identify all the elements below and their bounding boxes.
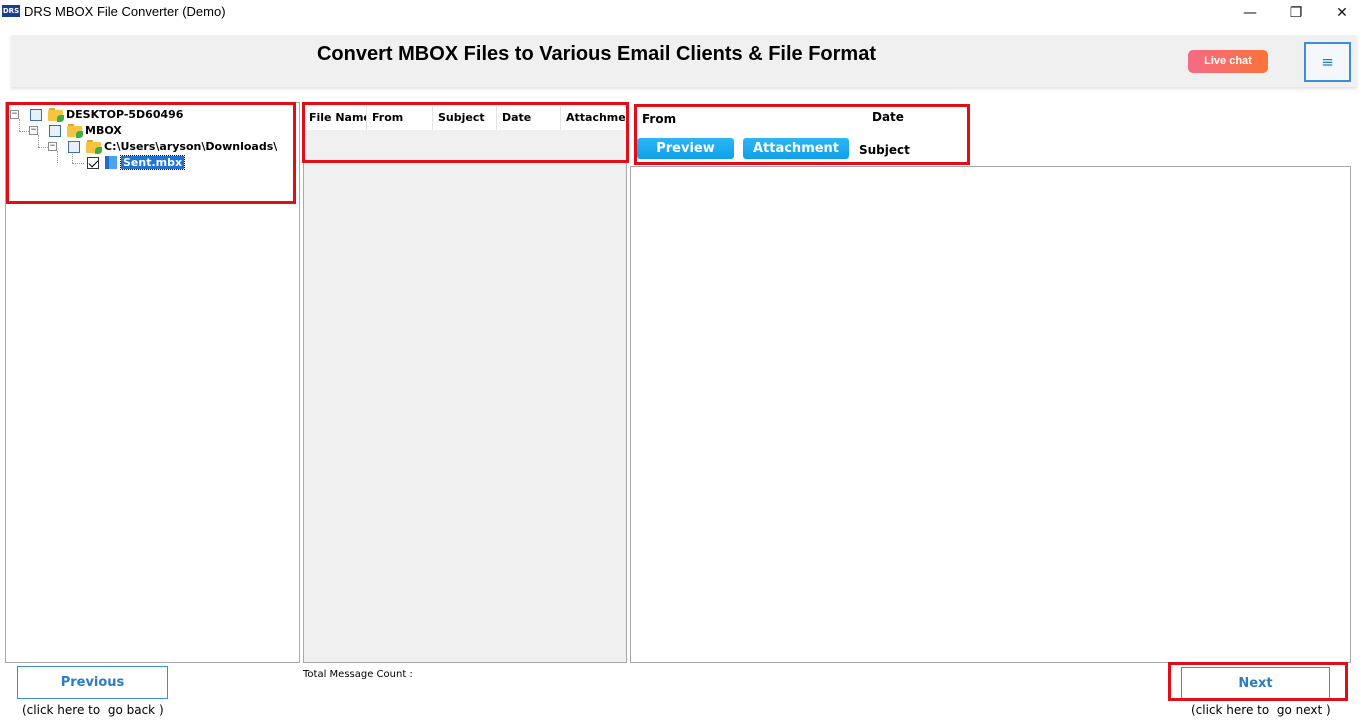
mbox-file-icon [105,156,117,169]
app-logo-icon: DRS [2,5,20,17]
column-header-subject[interactable]: Subject [433,106,497,130]
subject-label: Subject [859,143,910,157]
tree-checkbox-downloads[interactable] [68,141,80,153]
next-hint: (click here to go next ) [1191,703,1331,717]
tree-connector [38,147,48,148]
folder-icon [86,140,102,154]
folder-tree-panel [5,102,300,663]
attachment-button[interactable]: Attachment [743,138,849,159]
tree-connector [19,131,29,132]
window-title: DRS MBOX File Converter (Demo) [24,4,226,19]
date-label: Date [872,110,904,124]
hamburger-icon: ≡ [1321,53,1334,71]
collapse-toggle-icon[interactable]: − [10,110,19,119]
next-button[interactable]: Next [1181,667,1330,700]
previous-button[interactable]: Previous [17,666,168,699]
column-header-from[interactable]: From [367,106,433,130]
previous-hint: (click here to go back ) [22,703,164,717]
preview-button[interactable]: Preview [637,138,734,159]
tree-connector [38,135,39,147]
folder-icon [67,124,83,138]
page-title: Convert MBOX Files to Various Email Clie… [316,43,876,65]
minimize-button[interactable]: — [1227,0,1273,26]
menu-button[interactable]: ≡ [1304,42,1351,82]
column-header-date[interactable]: Date [497,106,561,130]
message-preview-area[interactable] [630,166,1351,663]
column-header-attachment[interactable]: Attachment [561,106,625,130]
tree-node-sent-mbx[interactable]: Sent.mbx [119,155,186,170]
collapse-toggle-icon[interactable]: − [48,142,57,151]
message-list-panel [303,102,627,663]
restore-button[interactable]: ❐ [1273,0,1319,26]
tree-checkbox-mbox[interactable] [49,125,61,137]
tree-connector [72,163,84,164]
tree-checkbox-desktop[interactable] [30,109,42,121]
tree-node-mbox[interactable]: MBOX [85,124,122,137]
column-header-file-name[interactable]: File Name [304,106,367,130]
tree-node-desktop[interactable]: DESKTOP-5D60496 [66,108,183,121]
computer-folder-icon [48,108,64,122]
tree-connector [57,151,58,163]
tree-checkbox-sent-mbx[interactable] [87,157,99,169]
tree-connector [19,119,20,131]
live-chat-button[interactable]: Live chat [1188,50,1268,73]
tree-node-downloads[interactable]: C:\Users\aryson\Downloads\ [104,140,277,153]
from-label: From [642,112,677,126]
total-message-count: Total Message Count : [303,669,413,680]
collapse-toggle-icon[interactable]: − [29,126,38,135]
close-button[interactable]: ✕ [1319,0,1365,26]
message-list-header: File Name From Subject Date Attachment [304,106,625,130]
